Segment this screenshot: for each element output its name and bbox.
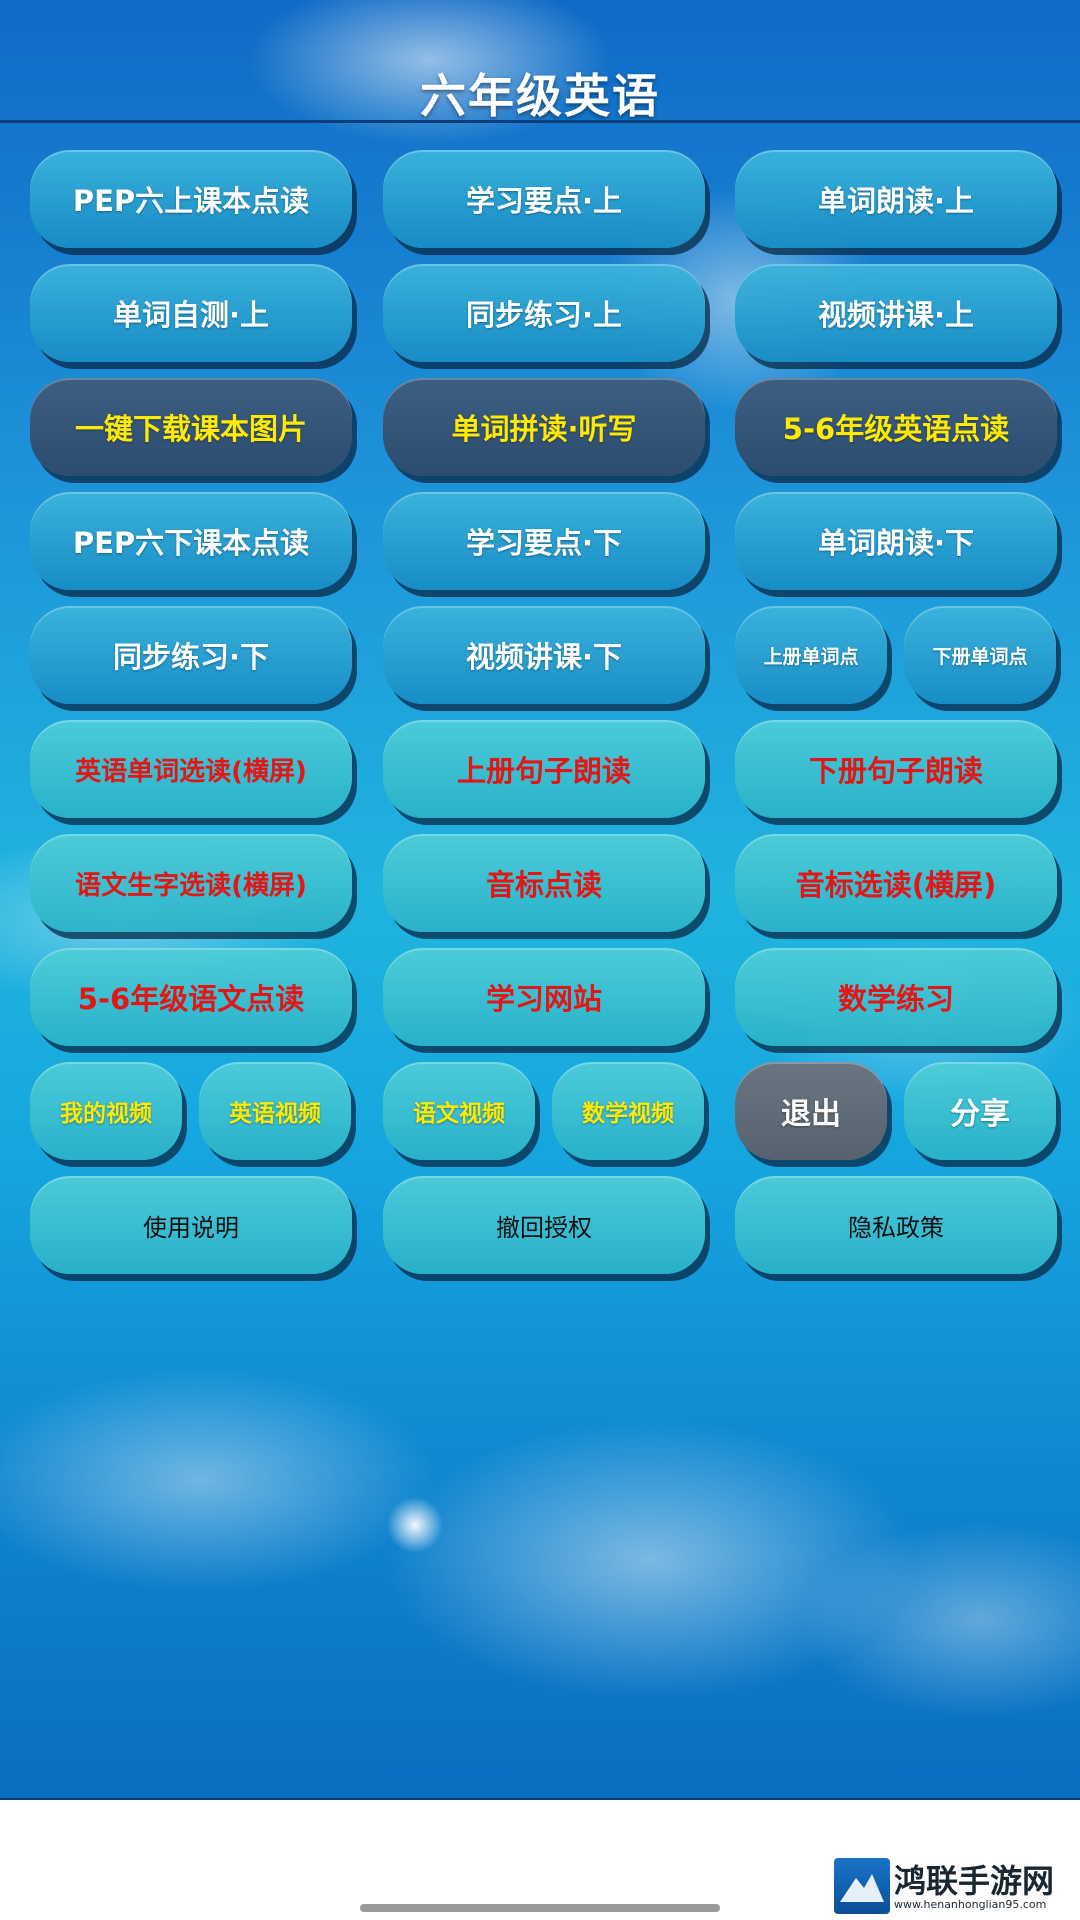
upper-sentence-reading-button[interactable]: 上册句子朗读 [383,720,705,818]
word-reading-upper-button[interactable]: 单词朗读·上 [735,150,1057,248]
video-lecture-upper-button[interactable]: 视频讲课·上 [735,264,1057,362]
header-divider [0,120,1080,123]
share-button[interactable]: 分享 [904,1062,1056,1160]
revoke-authorization-button[interactable]: 撤回授权 [383,1176,705,1274]
study-points-upper-button[interactable]: 学习要点·上 [383,150,705,248]
grade-5-6-chinese-reading-button[interactable]: 5-6年级语文点读 [30,948,352,1046]
chinese-videos-button[interactable]: 语文视频 [383,1062,535,1160]
watermark-url: www.henanhonglian95.com [894,1898,1047,1911]
page-title: 六年级英语 [420,69,660,123]
site-logo-icon [834,1858,890,1914]
download-textbook-images-button[interactable]: 一键下载课本图片 [30,378,352,476]
privacy-policy-button[interactable]: 隐私政策 [735,1176,1057,1274]
english-videos-button[interactable]: 英语视频 [199,1062,351,1160]
sync-practice-lower-button[interactable]: 同步练习·下 [30,606,352,704]
math-videos-button[interactable]: 数学视频 [552,1062,704,1160]
my-videos-button[interactable]: 我的视频 [30,1062,182,1160]
math-practice-button[interactable]: 数学练习 [735,948,1057,1046]
word-reading-lower-button[interactable]: 单词朗读·下 [735,492,1057,590]
lower-sentence-reading-button[interactable]: 下册句子朗读 [735,720,1057,818]
phonetic-reading-button[interactable]: 音标点读 [383,834,705,932]
study-points-lower-button[interactable]: 学习要点·下 [383,492,705,590]
study-website-button[interactable]: 学习网站 [383,948,705,1046]
grade-5-6-english-reading-button[interactable]: 5-6年级英语点读 [735,378,1057,476]
lower-volume-words-button[interactable]: 下册单词点 [904,606,1056,704]
app-header: 六年级英语 [0,0,1080,123]
background-divider [0,1798,1080,1800]
english-word-select-reading-button[interactable]: 英语单词选读(横屏) [30,720,352,818]
video-lecture-lower-button[interactable]: 视频讲课·下 [383,606,705,704]
usage-instructions-button[interactable]: 使用说明 [30,1176,352,1274]
pep-6-upper-textbook-button[interactable]: PEP六上课本点读 [30,150,352,248]
word-self-test-upper-button[interactable]: 单词自测·上 [30,264,352,362]
word-spelling-dictation-button[interactable]: 单词拼读·听写 [383,378,705,476]
phonetic-select-reading-button[interactable]: 音标选读(横屏) [735,834,1057,932]
exit-button[interactable]: 退出 [735,1062,887,1160]
home-indicator[interactable] [360,1904,720,1912]
sync-practice-upper-button[interactable]: 同步练习·上 [383,264,705,362]
site-watermark: 鸿联手游网 www.henanhonglian95.com [834,1858,1074,1914]
watermark-name: 鸿联手游网 [894,1862,1055,1900]
upper-volume-words-button[interactable]: 上册单词点 [735,606,887,704]
chinese-character-select-reading-button[interactable]: 语文生字选读(横屏) [30,834,352,932]
pep-6-lower-textbook-button[interactable]: PEP六下课本点读 [30,492,352,590]
